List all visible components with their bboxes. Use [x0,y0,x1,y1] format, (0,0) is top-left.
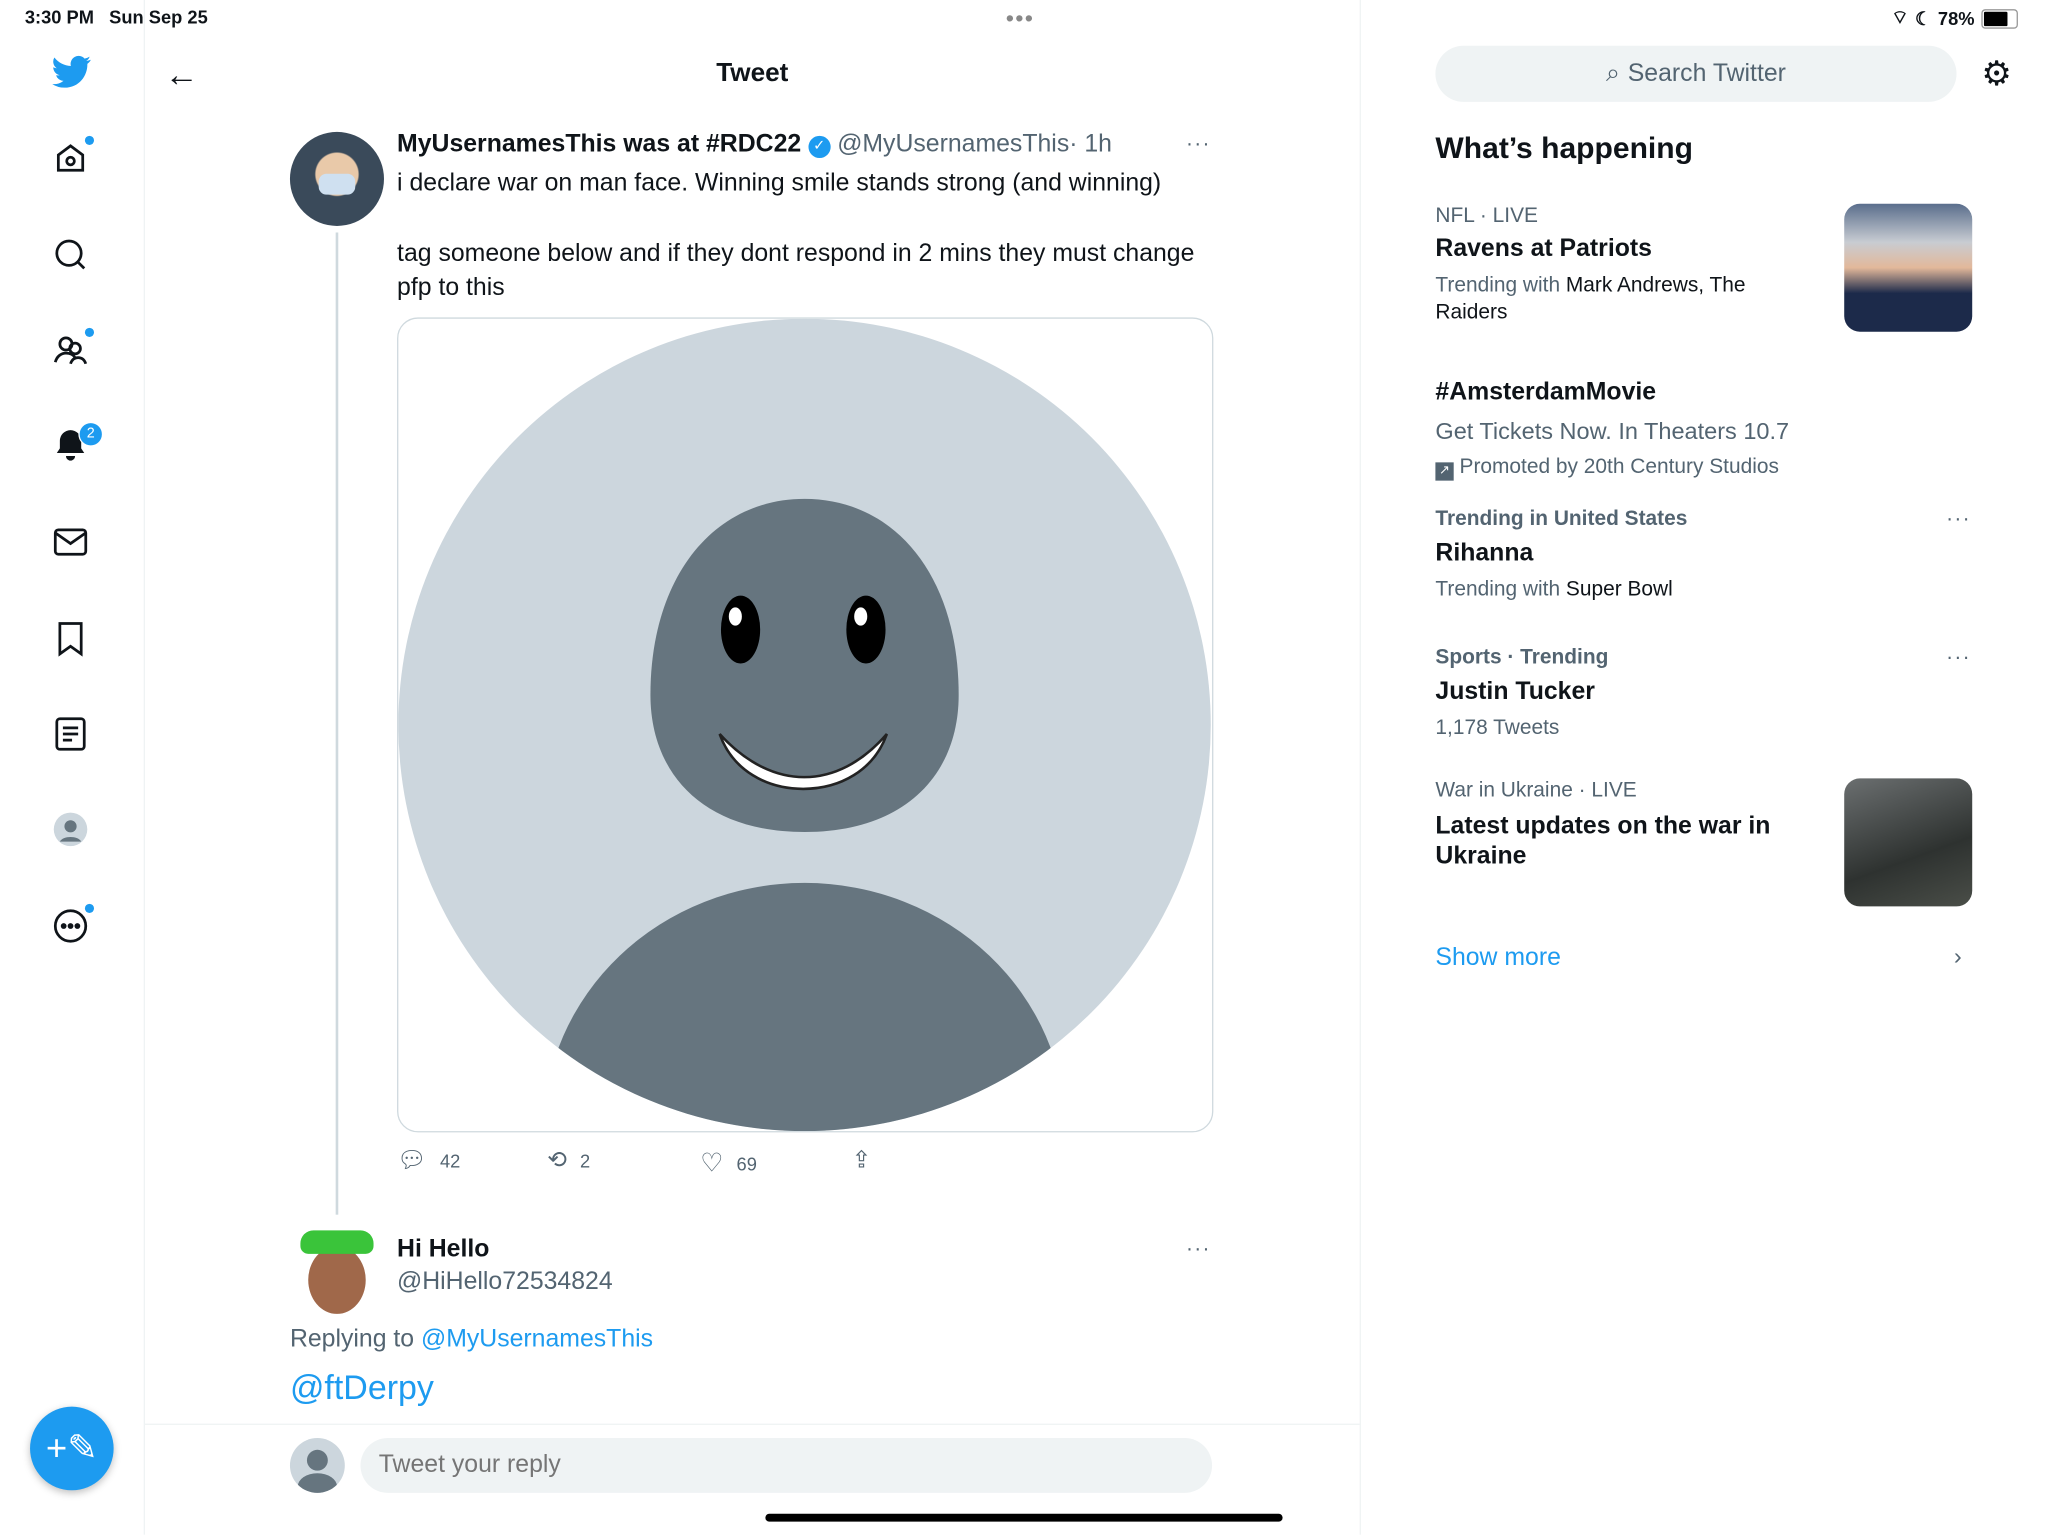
chevron-right-icon[interactable]: › [1954,943,1962,970]
search-icon[interactable] [52,236,91,275]
communities-icon[interactable] [52,327,95,371]
notifications-icon[interactable]: 2 [52,421,104,466]
share-button[interactable]: ⇪ [852,1147,872,1174]
settings-gear-icon[interactable]: ⚙ [1981,54,2011,94]
tweet-image[interactable] [397,317,1214,1133]
sidebar: 2 +✎ [0,0,145,1535]
like-button[interactable]: ♡ 69 [700,1147,757,1180]
reply-author-handle[interactable]: @HiHello72534824 [397,1268,613,1297]
profile-icon[interactable] [52,811,91,850]
retweet-count: 2 [580,1150,591,1171]
notification-badge: 2 [78,421,104,447]
reply-text-mention[interactable]: @ftDerpy [290,1367,434,1407]
tweet-text: i declare war on man face. Winning smile… [397,169,1195,302]
reply-icon: 💬︎ [397,1146,427,1173]
trend-more-icon[interactable]: ··· [1946,647,1971,671]
reply-avatar[interactable] [290,1228,381,1314]
trend-item[interactable]: Trending in United States Rihanna Trendi… [1435,508,1971,603]
messages-icon[interactable] [52,524,91,563]
tweet-time: · 1h [1069,130,1113,159]
author-name[interactable]: MyUsernamesThis was at #RDC22 [397,131,801,158]
reply-more-icon[interactable]: ··· [1186,1238,1211,1262]
trend-item[interactable]: Sports · Trending Justin Tucker 1,178 Tw… [1435,647,1971,742]
home-icon[interactable] [52,135,95,179]
tweet-column: ← Tweet MyUsernamesThis was at #RDC22 ✓ … [144,0,1361,1535]
wifi-icon: ⌔ [1891,6,1909,28]
more-icon[interactable] [52,903,95,947]
reply-button[interactable]: 💬︎ 42 [397,1147,460,1174]
reply-author-name[interactable]: Hi Hello [397,1236,489,1265]
thread-line [335,232,339,1215]
author-avatar[interactable] [289,131,384,226]
trend-item-promoted[interactable]: #AmsterdamMovie Get Tickets Now. In Thea… [1435,371,1984,481]
verified-badge-icon: ✓ [808,135,831,159]
like-count: 69 [736,1152,757,1174]
status-indicators: ⌔ ☾ 78% [1891,6,2018,31]
tweet-more-icon[interactable]: ··· [1186,133,1211,157]
search-icon: ⌕ [1606,59,1620,87]
show-more-link[interactable]: Show more [1435,944,1561,973]
divider [144,1423,1360,1425]
reply-input[interactable] [360,1438,1213,1493]
composer-avatar [289,1438,345,1493]
lists-icon[interactable] [52,716,91,755]
trend-item[interactable]: War in Ukraine · LIVE Latest updates on … [1435,780,1775,871]
bookmarks-icon[interactable] [52,620,91,659]
trend-item[interactable]: NFL · LIVE Ravens at Patriots Trending w… [1435,205,1801,326]
twitter-logo-icon[interactable] [52,52,91,91]
compose-tweet-icon: +✎ [45,1427,98,1469]
promoted-icon: ↗ [1435,462,1454,481]
share-icon: ⇪ [851,1146,872,1173]
search-input[interactable]: ⌕ Search Twitter [1435,45,1957,102]
retweet-icon: ⟲ [547,1146,567,1173]
moon-icon: ☾ [1914,7,1932,29]
compose-tweet-button[interactable]: +✎ [30,1406,114,1491]
home-indicator[interactable] [765,1513,1283,1522]
trend-image-ukraine [1844,778,1973,907]
replying-to: Replying to @MyUsernamesThis [289,1325,654,1354]
battery-icon [1981,8,2018,29]
battery-percent: 78% [1937,7,1975,29]
reply-count: 42 [439,1150,461,1171]
heart-icon: ♡ [700,1149,724,1179]
author-handle[interactable]: @MyUsernamesThis [837,131,1069,158]
trend-image-nfl [1844,203,1973,332]
replying-to-link[interactable]: @MyUsernamesThis [421,1326,653,1353]
retweet-button[interactable]: ⟲ 2 [547,1147,590,1174]
whats-happening-heading: What’s happening [1435,130,1693,165]
trend-more-icon[interactable]: ··· [1946,508,1971,532]
page-title: Tweet [716,58,789,88]
